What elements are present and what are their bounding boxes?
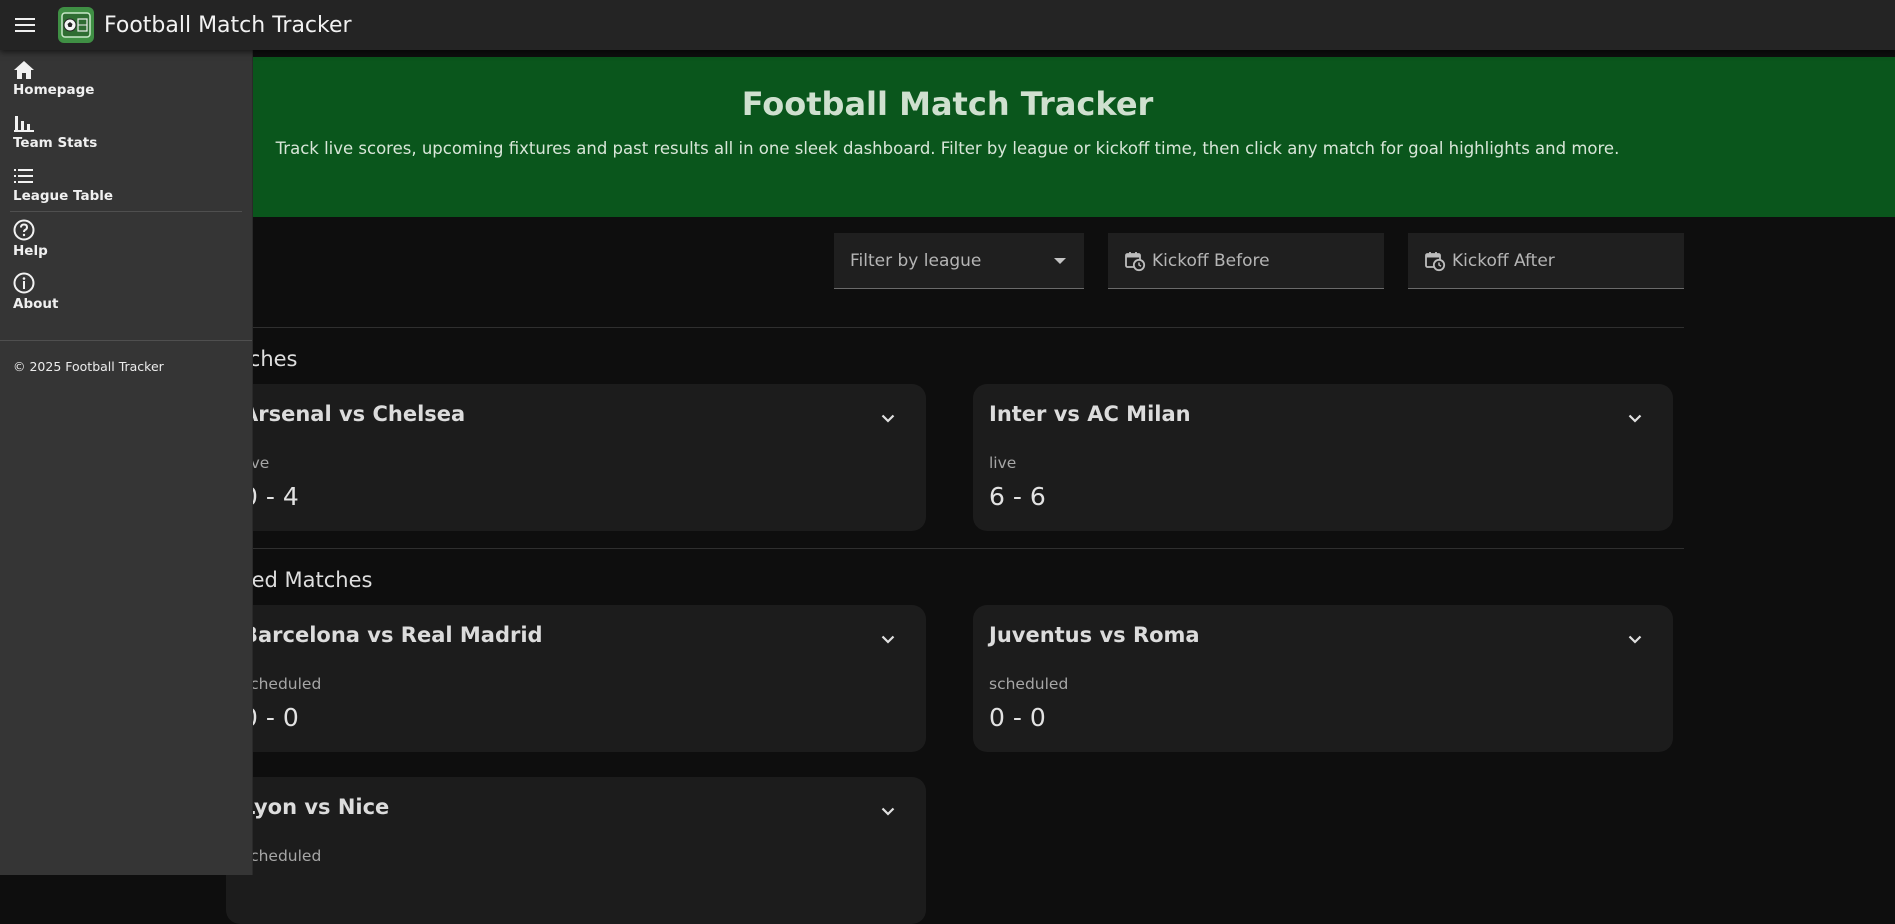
nav-item-label: League Table	[13, 187, 114, 204]
calendar-clock-icon	[1124, 250, 1146, 272]
navigation-drawer: Homepage Team Stats League Table Help Ab…	[0, 50, 253, 875]
section-divider	[210, 548, 1684, 549]
home-icon	[14, 60, 34, 79]
match-card[interactable]: Lyon vs Nice scheduled	[226, 777, 926, 924]
match-card[interactable]: Arsenal vs Chelsea live 0 - 4	[226, 384, 926, 531]
match-status: scheduled	[242, 847, 322, 865]
calendar-clock-icon	[1424, 250, 1446, 272]
section-divider	[210, 327, 1684, 328]
expand-chevron-icon[interactable]	[1623, 406, 1647, 430]
match-card[interactable]: Inter vs AC Milan live 6 - 6	[973, 384, 1673, 531]
expand-chevron-icon[interactable]	[876, 799, 900, 823]
nav-item-league-table[interactable]: League Table	[0, 158, 252, 211]
league-filter-select[interactable]: Filter by league	[834, 233, 1084, 289]
nav-item-label: Team Stats	[13, 134, 98, 151]
nav-item-team-stats[interactable]: Team Stats	[0, 105, 252, 158]
match-teams: Barcelona vs Real Madrid	[242, 623, 543, 647]
match-teams: Inter vs AC Milan	[989, 402, 1191, 426]
app-title: Football Match Tracker	[104, 12, 352, 38]
nav-item-label: Homepage	[13, 81, 95, 98]
expand-chevron-icon[interactable]	[1623, 627, 1647, 651]
app-bar: Football Match Tracker	[0, 0, 1895, 50]
match-score: 0 - 0	[989, 703, 1046, 732]
expand-chevron-icon[interactable]	[876, 627, 900, 651]
nav-item-about[interactable]: About	[0, 265, 252, 318]
nav-item-label: About	[13, 295, 59, 312]
soccer-ball-icon	[61, 12, 91, 38]
nav-item-label: Help	[13, 242, 48, 259]
hero-title: Football Match Tracker	[741, 85, 1154, 123]
help-icon	[13, 219, 35, 240]
app-logo	[58, 7, 94, 43]
list-icon	[14, 168, 33, 183]
kickoff-before-field[interactable]: Kickoff Before	[1108, 233, 1384, 289]
hero-description: Track live scores, upcoming fixtures and…	[275, 139, 1620, 158]
menu-button[interactable]	[0, 0, 50, 50]
match-status: scheduled	[989, 675, 1069, 693]
match-card[interactable]: Barcelona vs Real Madrid scheduled 0 - 0	[226, 605, 926, 752]
match-teams: Arsenal vs Chelsea	[242, 402, 466, 426]
kickoff-before-label: Kickoff Before	[1152, 250, 1270, 271]
expand-chevron-icon[interactable]	[876, 406, 900, 430]
drawer-footer: © 2025 Football Tracker	[13, 359, 164, 374]
match-teams: Juventus vs Roma	[989, 623, 1200, 647]
match-card[interactable]: Juventus vs Roma scheduled 0 - 0	[973, 605, 1673, 752]
dropdown-arrow-icon	[1054, 258, 1066, 264]
kickoff-after-field[interactable]: Kickoff After	[1408, 233, 1684, 289]
hero-banner: Football Match Tracker Track live scores…	[0, 57, 1895, 217]
bar-chart-icon	[14, 115, 34, 132]
match-score: 6 - 6	[989, 482, 1046, 511]
nav-item-help[interactable]: Help	[0, 212, 252, 265]
hamburger-icon	[15, 18, 35, 32]
info-icon	[13, 272, 35, 293]
match-status: live	[989, 454, 1017, 472]
match-status: scheduled	[242, 675, 322, 693]
nav-item-homepage[interactable]: Homepage	[0, 52, 252, 105]
league-filter-placeholder: Filter by league	[850, 250, 982, 271]
kickoff-after-label: Kickoff After	[1452, 250, 1555, 271]
match-teams: Lyon vs Nice	[242, 795, 390, 819]
